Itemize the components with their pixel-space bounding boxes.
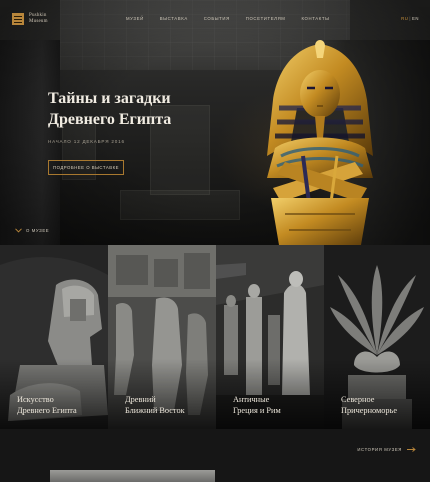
museum-history-link[interactable]: История музея <box>357 447 416 452</box>
history-link-label: История музея <box>357 447 402 452</box>
nav-item-museum[interactable]: Музей <box>126 16 144 21</box>
collection-tile-near-east[interactable]: Древний Ближний Восток <box>108 245 216 429</box>
language-switcher: RU|EN <box>401 16 419 21</box>
museum-logo-icon <box>12 13 24 25</box>
collection-label: Северное Причерноморье <box>341 395 398 415</box>
nav-item-visitors[interactable]: Посетителям <box>246 16 286 21</box>
nav-item-contacts[interactable]: Контакты <box>302 16 330 21</box>
collection-tile-greece-rome[interactable]: Античные Греция и Рим <box>216 245 324 429</box>
lang-separator: | <box>409 16 412 21</box>
exhibition-date: Начало 12 декабря 2016 <box>48 139 125 144</box>
title-line-1: Тайны и загадки <box>48 90 171 107</box>
golden-sarcophagus-image <box>267 40 373 245</box>
museum-logo[interactable]: Pushkin Museum <box>12 13 48 25</box>
arrow-right-icon <box>407 447 416 452</box>
collections-grid: Искусство Древнего Египта Древний Ближни… <box>0 245 430 429</box>
nav-item-exhibition[interactable]: Выставка <box>160 16 188 21</box>
chevron-down-icon <box>15 228 22 233</box>
lang-en[interactable]: EN <box>412 16 419 21</box>
page-title: Тайны и загадки Древнего Египта <box>48 88 248 130</box>
about-link-label: О музее <box>26 228 50 233</box>
history-section: История музея <box>0 429 430 482</box>
collection-label: Античные Греция и Рим <box>233 395 281 415</box>
history-preview-image <box>50 470 215 482</box>
collection-label: Древний Ближний Восток <box>125 395 185 415</box>
collection-tile-egypt[interactable]: Искусство Древнего Египта <box>0 245 108 429</box>
hero-section: Pushkin Museum Музей Выставка События По… <box>0 0 430 245</box>
exhibition-details-button[interactable]: Подробнее о выставке <box>48 160 124 175</box>
collection-tile-black-sea[interactable]: Северное Причерноморье <box>324 245 430 429</box>
logo-line-2: Museum <box>29 19 48 24</box>
collection-label: Искусство Древнего Египта <box>17 395 77 415</box>
main-nav: Музей Выставка События Посетителям Конта… <box>126 16 329 21</box>
title-line-2: Древнего Египта <box>48 111 172 128</box>
about-museum-link[interactable]: О музее <box>15 228 49 233</box>
lang-ru[interactable]: RU <box>401 16 408 21</box>
nav-item-events[interactable]: События <box>204 16 230 21</box>
